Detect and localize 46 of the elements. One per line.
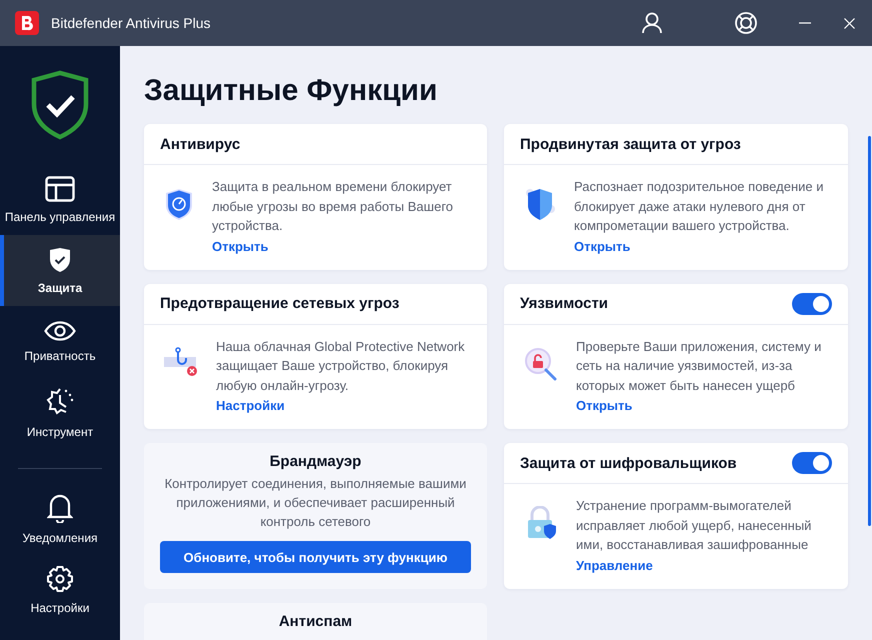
eye-icon — [44, 320, 76, 340]
scrollbar[interactable] — [868, 136, 871, 526]
shield-gauge-icon — [164, 187, 194, 221]
card-description: Распознает подозрительное поведение и блокирует даже атаки нулевого дня от компрометации вашего устройства. — [574, 178, 824, 235]
network-hook-icon — [164, 346, 198, 376]
card-description: Защита в реальном времени блокирует любые угрозы во время работы Вашего устройства. — [212, 178, 454, 235]
card-title: Уязвимости — [520, 295, 608, 312]
card-title: Защита от шифровальщиков — [520, 454, 737, 472]
card-title: Антивирус — [160, 136, 240, 152]
sidebar-item[interactable]: Настройки — [0, 554, 120, 625]
bell-icon — [47, 492, 73, 522]
card-title: Продвинутая защита от угроз — [520, 136, 741, 152]
sidebar-item[interactable]: Уведомления — [0, 483, 120, 554]
minimize-icon — [799, 22, 811, 24]
card-link[interactable]: Открыть — [574, 238, 630, 254]
card-link[interactable]: Открыть — [212, 238, 268, 254]
sidebar-item[interactable]: Панель управления — [0, 164, 120, 235]
shield-check-icon — [48, 246, 72, 272]
sidebar-item[interactable]: Защита — [0, 235, 120, 306]
settings-icon — [46, 564, 74, 592]
magnifier-lock-icon — [524, 346, 558, 380]
card-link[interactable]: Управление — [576, 558, 653, 572]
card-title: Брандмауэр — [270, 453, 362, 470]
sidebar-item[interactable]: Приватность — [0, 306, 120, 377]
card-link[interactable]: Настройки — [216, 398, 285, 413]
card-description: Устранение программ-вымогателей исправляет любой ущерб, нанесенный ими, восстанавливая зашифрованные — [576, 497, 812, 554]
close-button[interactable] — [842, 16, 856, 30]
help-button[interactable] — [734, 11, 758, 35]
upgrade-button[interactable]: Обновите, чтобы получить эту функцию — [160, 541, 471, 573]
card-link[interactable]: Открыть — [576, 398, 632, 413]
card-title: Предотвращение сетевых угроз — [160, 295, 400, 312]
card-description: Проверьте Ваши приложения, систему и сеть на наличие уязвимостей, из-за которых может быть нанесен ущерб — [576, 338, 822, 395]
toggle-switch[interactable] — [792, 292, 832, 314]
page-title: Защитные Функции — [144, 74, 438, 108]
window-title: Bitdefender Antivirus Plus — [51, 15, 212, 31]
toggle-switch[interactable] — [792, 452, 832, 474]
card-description: Наша облачная Global Protective Network защищает Ваше устройство, блокируя любую онлайн-угрозу. — [216, 338, 466, 395]
sidebar-item[interactable]: Инструмент — [0, 377, 120, 448]
shield-check-icon — [31, 70, 89, 140]
card-title: Антиспам — [278, 613, 352, 630]
dashboard-icon — [45, 176, 75, 202]
card-description: Контролирует соединения, выполняемые вашими приложениями, и обеспечивает расширенный контроль сетевого — [164, 475, 468, 531]
shield-icon — [524, 187, 556, 221]
account-button[interactable] — [642, 12, 662, 34]
gear-clock-icon — [46, 386, 74, 416]
app-logo — [15, 11, 39, 35]
